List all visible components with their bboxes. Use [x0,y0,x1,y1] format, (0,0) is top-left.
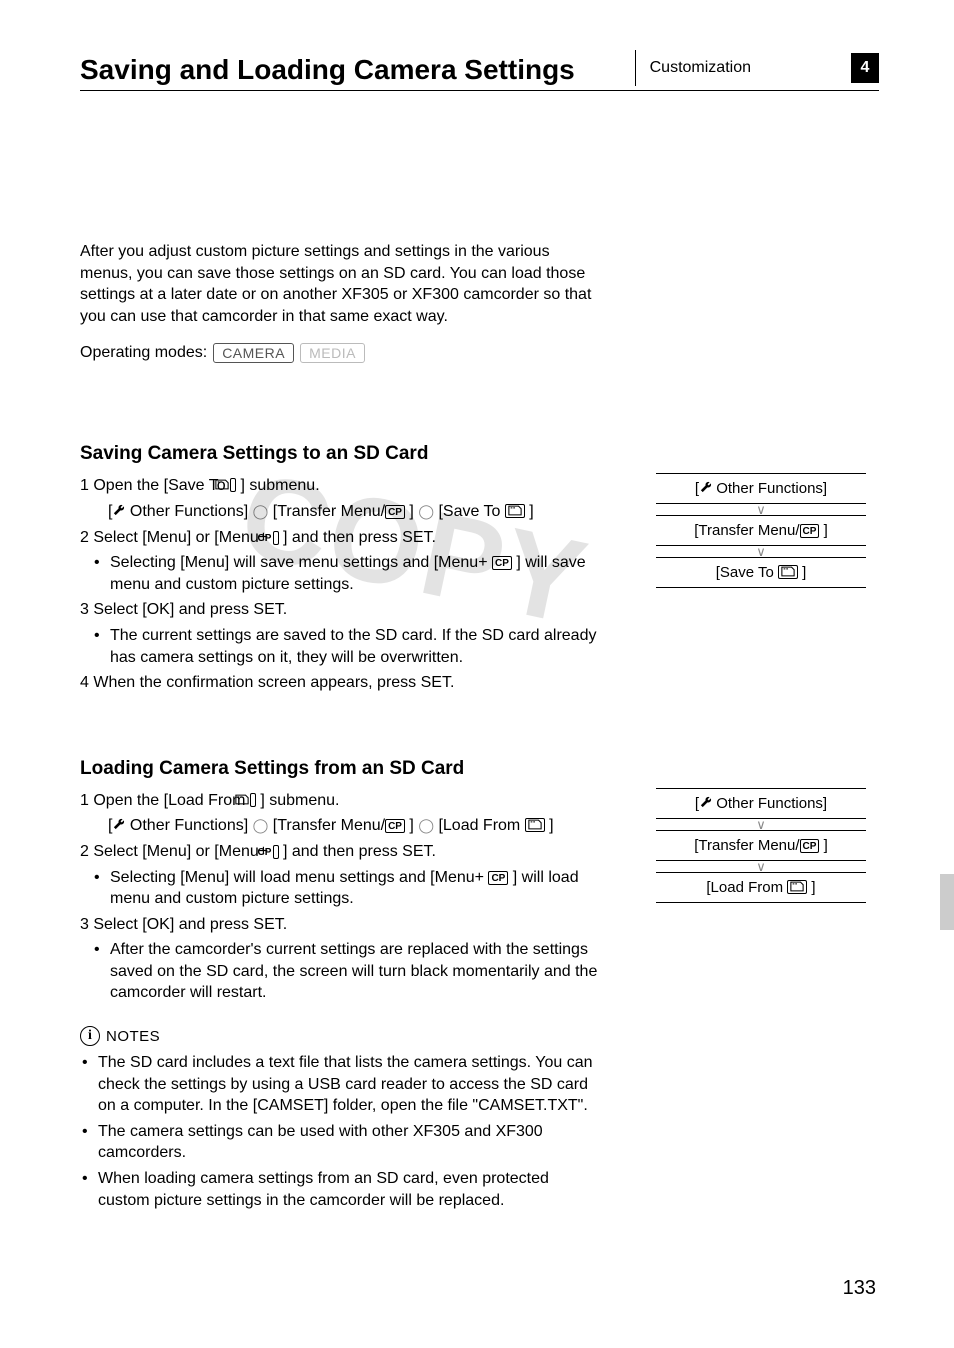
cp-icon: CP [492,556,512,570]
mode-camera: CAMERA [213,343,294,363]
note-item: The camera settings can be used with oth… [80,1121,600,1164]
menu-path-row: [Save To ] [656,557,866,588]
info-icon: i [80,1026,100,1046]
cp-icon: CP [800,839,820,853]
loading-heading: Loading Camera Settings from an SD Card [80,758,610,780]
page-number: 133 [843,1277,876,1300]
wrench-icon [112,504,125,517]
mode-media: MEDIA [300,343,365,363]
menu-path-row: [Transfer Menu/CP ] [656,515,866,546]
header-separator [635,50,636,86]
sd-icon [787,880,807,894]
saving-step3: 3 Select [OK] and press SET. [80,599,610,621]
operating-modes-label: Operating modes: [80,344,207,362]
loading-menu-path: [ Other Functions] ∨ [Transfer Menu/CP ]… [656,788,866,1008]
nav-dot-icon: ◯ [253,817,269,833]
saving-step3-sub: The current settings are saved to the SD… [80,625,610,668]
loading-step3: 3 Select [OK] and press SET. [80,914,610,936]
menu-path-row: [ Other Functions] [656,473,866,504]
cp-icon: CP [488,871,508,885]
thumb-tab [940,874,954,930]
sd-icon [505,504,525,518]
header-category: Customization [650,59,751,77]
nav-dot-icon: ◯ [418,817,434,833]
saving-step4: 4 When the confirmation screen appears, … [80,672,610,694]
saving-menu-path: [ Other Functions] ∨ [Transfer Menu/CP ]… [656,473,866,697]
wrench-icon [699,481,712,494]
saving-step2: 2 Select [Menu] or [Menu+ CP ] and then … [80,527,610,549]
menu-path-row: [Load From ] [656,872,866,903]
menu-path-row: [Transfer Menu/CP ] [656,830,866,861]
saving-step1: 1 Open the [Save To ] submenu. [80,475,610,497]
header-right: Customization 4 [635,50,879,86]
saving-steps: Saving Camera Settings to an SD Card 1 O… [80,443,610,697]
saving-heading: Saving Camera Settings to an SD Card [80,443,610,465]
page-title: Saving and Loading Camera Settings [80,54,635,86]
note-item: When loading camera settings from an SD … [80,1168,600,1211]
chapter-number-box: 4 [851,53,879,83]
notes-label: NOTES [106,1028,160,1045]
saving-step2-sub: Selecting [Menu] will save menu settings… [80,552,610,595]
cp-icon: CP [385,505,405,519]
note-item: The SD card includes a text file that li… [80,1052,600,1117]
wrench-icon [699,796,712,809]
wrench-icon [112,818,125,831]
loading-step1-path: [ Other Functions] ◯ [Transfer Menu/CP ]… [80,815,610,837]
cp-icon: CP [385,819,405,833]
page-header: Saving and Loading Camera Settings Custo… [80,50,879,91]
loading-step3-sub: After the camcorder's current settings a… [80,939,610,1004]
loading-section: Loading Camera Settings from an SD Card … [80,758,879,1008]
nav-dot-icon: ◯ [253,503,269,519]
loading-step2: 2 Select [Menu] or [Menu+ CP ] and then … [80,841,610,863]
loading-steps: Loading Camera Settings from an SD Card … [80,758,610,1008]
saving-section: Saving Camera Settings to an SD Card 1 O… [80,443,879,697]
loading-step1: 1 Open the [Load From ] submenu. [80,790,610,812]
page-content: Saving and Loading Camera Settings Custo… [0,0,954,1255]
chapter-number: 4 [861,59,870,77]
operating-modes: Operating modes: CAMERA MEDIA [80,343,879,363]
intro-paragraph: After you adjust custom picture settings… [80,241,600,327]
menu-path-row: [ Other Functions] [656,788,866,819]
sd-icon [525,818,545,832]
saving-step1-path: [ Other Functions] ◯ [Transfer Menu/CP ]… [80,501,610,523]
nav-dot-icon: ◯ [418,503,434,519]
loading-step2-sub: Selecting [Menu] will load menu settings… [80,867,610,910]
notes-heading: i NOTES [80,1026,879,1046]
cp-icon: CP [800,524,820,538]
sd-icon [778,565,798,579]
